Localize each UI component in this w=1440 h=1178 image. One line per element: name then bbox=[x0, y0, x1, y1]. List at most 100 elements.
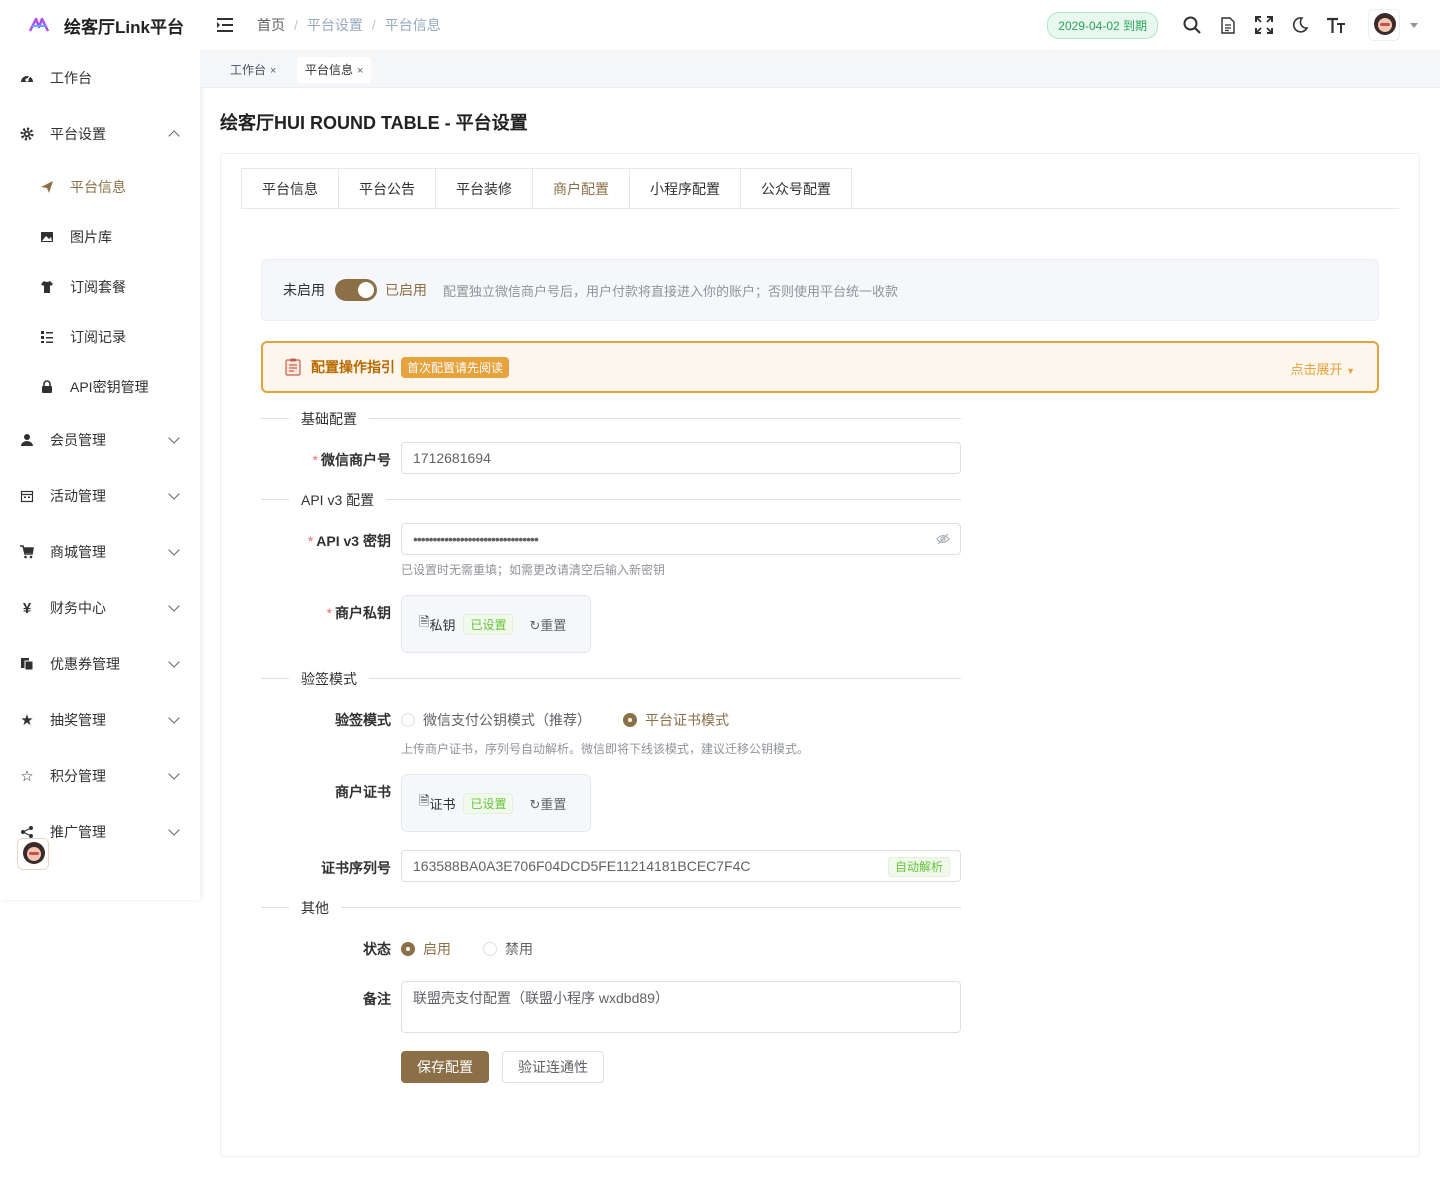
fullscreen-icon[interactable] bbox=[1246, 0, 1282, 50]
sidebar-item-platform-settings[interactable]: 平台设置 bbox=[0, 106, 200, 162]
label-text: API v3 密钥 bbox=[316, 533, 391, 549]
chevron-down-icon bbox=[168, 488, 180, 500]
caret-down-icon: ▼ bbox=[1346, 366, 1355, 376]
list-icon bbox=[40, 330, 54, 344]
sidebar-item-label: 订阅记录 bbox=[70, 329, 126, 345]
radio-public-key-mode[interactable]: 微信支付公钥模式（推荐） bbox=[401, 710, 591, 730]
calendar-icon bbox=[20, 489, 34, 503]
tab-merchant-config[interactable]: 商户配置 bbox=[533, 169, 630, 209]
close-icon[interactable]: × bbox=[357, 65, 363, 77]
cert-upload: 🗎 证书 已设置 ↻重置 bbox=[401, 774, 591, 832]
required-mark: * bbox=[326, 605, 332, 621]
sidebar-item-label: 图片库 bbox=[70, 229, 112, 245]
user-avatar[interactable] bbox=[1368, 9, 1400, 41]
required-mark: * bbox=[307, 533, 314, 549]
tab-official-account-config[interactable]: 公众号配置 bbox=[741, 169, 851, 209]
sidebar-item-platform-info[interactable]: 平台信息 bbox=[0, 162, 200, 212]
label-text: 微信商户号 bbox=[321, 452, 391, 468]
tag-dashboard[interactable]: 工作台 × bbox=[222, 57, 284, 83]
label-text: 商户私钥 bbox=[335, 605, 391, 621]
mch-id-input[interactable]: 1712681694 bbox=[401, 442, 961, 474]
radio-label: 禁用 bbox=[505, 941, 533, 957]
sidebar-item-label: 工作台 bbox=[50, 70, 92, 86]
sidebar-item-members[interactable]: 会员管理 bbox=[0, 412, 200, 468]
breadcrumb-platform-info: 平台信息 bbox=[384, 17, 441, 33]
tab-announcement[interactable]: 平台公告 bbox=[339, 169, 436, 209]
section-divider-api: API v3 配置 bbox=[261, 490, 961, 510]
api-key-input[interactable]: •••••••••••••••••••••••••••••••• bbox=[401, 523, 961, 555]
app-logo[interactable]: 绘客厅Link平台 bbox=[0, 0, 200, 50]
user-icon bbox=[20, 433, 34, 447]
chevron-down-icon bbox=[168, 544, 180, 556]
radio-label: 微信支付公钥模式（推荐） bbox=[423, 712, 591, 728]
sidebar-item-subscription-plans[interactable]: 订阅套餐 bbox=[0, 262, 200, 312]
cert-reset-button[interactable]: ↻重置 bbox=[529, 794, 566, 813]
chevron-down-icon bbox=[168, 824, 180, 836]
radio-status-disabled[interactable]: 禁用 bbox=[483, 939, 533, 959]
sidebar-item-label: 抽奖管理 bbox=[50, 712, 106, 728]
sidebar-item-dashboard[interactable]: 工作台 bbox=[0, 50, 200, 106]
sidebar-item-activities[interactable]: 活动管理 bbox=[0, 468, 200, 524]
chevron-up-icon bbox=[168, 130, 180, 142]
save-config-button[interactable]: 保存配置 bbox=[401, 1051, 489, 1083]
chevron-down-icon bbox=[168, 600, 180, 612]
sidebar-item-label: 优惠券管理 bbox=[50, 656, 120, 672]
star-outline-icon: ☆ bbox=[20, 768, 34, 785]
radio-status-enabled[interactable]: 启用 bbox=[401, 939, 451, 959]
sidebar-item-label: 订阅套餐 bbox=[70, 279, 126, 295]
sidebar-item-label: 平台信息 bbox=[70, 179, 126, 195]
breadcrumb-home[interactable]: 首页 bbox=[257, 15, 285, 35]
breadcrumb-separator: / bbox=[294, 17, 298, 33]
radio-platform-cert-mode[interactable]: 平台证书模式 bbox=[623, 710, 729, 730]
refresh-icon: ↻ bbox=[529, 796, 541, 812]
sidebar-item-lottery[interactable]: ★ 抽奖管理 bbox=[0, 692, 200, 748]
coupon-icon bbox=[20, 657, 34, 671]
image-icon bbox=[40, 230, 54, 244]
serial-input[interactable]: 163588BA0A3E706F04DCD5FE11214181BCEC7F4C… bbox=[401, 850, 961, 882]
reset-label: 重置 bbox=[540, 796, 567, 812]
private-key-upload: 🗎 私钥 已设置 ↻重置 bbox=[401, 595, 591, 653]
breadcrumb-platform-settings[interactable]: 平台设置 bbox=[307, 15, 363, 35]
radio-label: 平台证书模式 bbox=[645, 712, 729, 728]
search-icon[interactable] bbox=[1174, 0, 1210, 50]
sidebar-item-image-library[interactable]: 图片库 bbox=[0, 212, 200, 262]
merchant-enable-switch[interactable] bbox=[335, 279, 377, 301]
tag-platform-info[interactable]: 平台信息 × bbox=[297, 57, 372, 83]
sidebar-avatar[interactable] bbox=[17, 838, 49, 870]
sidebar-item-points[interactable]: ☆ 积分管理 bbox=[0, 748, 200, 804]
private-key-reset-button[interactable]: ↻重置 bbox=[529, 615, 566, 634]
sidebar-item-label: 财务中心 bbox=[50, 600, 106, 616]
navbar-actions: 2029-04-02 到期 bbox=[1047, 0, 1440, 50]
remark-textarea[interactable]: 联盟壳支付配置（联盟小程序 wxdbd89） bbox=[401, 981, 961, 1033]
test-connection-button[interactable]: 验证连通性 bbox=[502, 1051, 604, 1083]
serial-label: 证书序列号 bbox=[321, 860, 391, 876]
sidebar-item-finance[interactable]: ¥ 财务中心 bbox=[0, 580, 200, 636]
dark-mode-icon[interactable] bbox=[1282, 0, 1318, 50]
sidebar-item-api-keys[interactable]: API密钥管理 bbox=[0, 362, 200, 412]
eye-off-icon[interactable] bbox=[936, 533, 950, 545]
collapse-menu-icon[interactable] bbox=[217, 18, 233, 32]
caret-down-icon[interactable] bbox=[1410, 22, 1418, 28]
verify-mode-hint: 上传商户证书，序列号自动解析。微信即将下线该模式，建议迁移公钥模式。 bbox=[401, 742, 810, 756]
section-divider-basic: 基础配置 bbox=[261, 409, 961, 429]
verify-mode-label: 验签模式 bbox=[335, 712, 391, 728]
font-size-icon[interactable] bbox=[1318, 0, 1354, 50]
settings-tabs: 平台信息 平台公告 平台装修 商户配置 小程序配置 公众号配置 bbox=[241, 168, 852, 209]
guide-title: 配置操作指引 bbox=[311, 359, 395, 375]
section-title: 基础配置 bbox=[289, 409, 369, 429]
sidebar-item-coupons[interactable]: 优惠券管理 bbox=[0, 636, 200, 692]
sidebar-item-shop[interactable]: 商城管理 bbox=[0, 524, 200, 580]
lock-icon bbox=[40, 380, 54, 394]
sidebar-item-subscription-records[interactable]: 订阅记录 bbox=[0, 312, 200, 362]
config-guide-banner[interactable]: 配置操作指引 首次配置请先阅读 点击展开 ▼ bbox=[261, 341, 1379, 393]
private-key-label: * 商户私钥 bbox=[261, 603, 391, 623]
shirt-icon bbox=[40, 280, 54, 294]
tab-platform-info[interactable]: 平台信息 bbox=[242, 169, 339, 209]
tab-miniprogram-config[interactable]: 小程序配置 bbox=[630, 169, 741, 209]
auto-parse-badge: 自动解析 bbox=[887, 857, 950, 877]
tab-decoration[interactable]: 平台装修 bbox=[436, 169, 533, 209]
guide-expand-link[interactable]: 点击展开 ▼ bbox=[1290, 359, 1355, 378]
close-icon[interactable]: × bbox=[270, 65, 276, 77]
sidebar-item-label: 会员管理 bbox=[50, 432, 106, 448]
document-icon[interactable] bbox=[1210, 0, 1246, 50]
